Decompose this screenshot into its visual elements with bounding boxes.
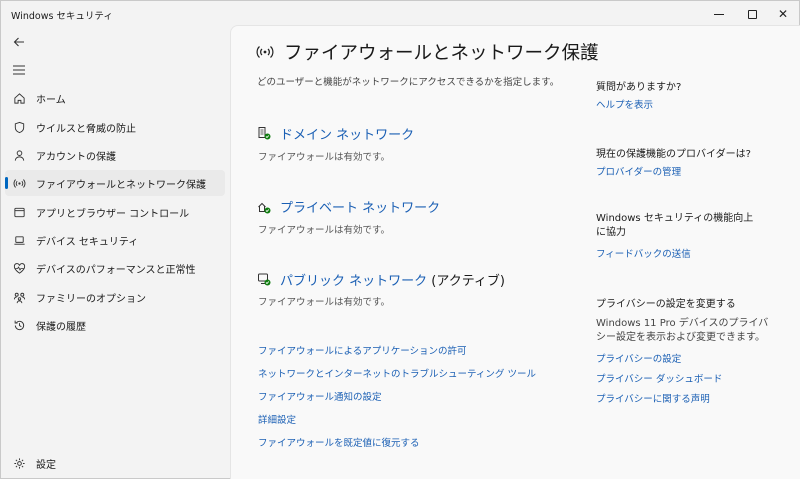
heart-icon: [11, 260, 27, 276]
network-name: パブリック ネットワーク: [280, 274, 428, 289]
sidebar-item-label: デバイスのパフォーマンスと正常性: [36, 264, 196, 276]
private-network-icon: [258, 202, 271, 214]
sidebar-item-virus-protection[interactable]: ウイルスと脅威の防止: [5, 114, 225, 140]
page-subtitle: どのユーザーと機能がネットワークにアクセスできるかを指定します。: [257, 77, 560, 88]
sidebar-item-label: 保護の履歴: [36, 321, 86, 333]
hamburger-icon: [13, 65, 25, 75]
maximize-icon: [747, 9, 757, 19]
private-network-status: ファイアウォールは有効です。: [258, 225, 391, 236]
private-network-link[interactable]: プライベート ネットワーク: [280, 197, 440, 216]
privacy-heading: プライバシーの設定を変更する: [596, 299, 736, 310]
domain-network-status: ファイアウォールは有効です。: [258, 152, 391, 163]
shield-icon: [11, 119, 27, 135]
sidebar-item-account-protection[interactable]: アカウントの保護: [5, 142, 225, 168]
window-title: Windows セキュリティ: [11, 11, 113, 22]
advanced-settings-link[interactable]: 詳細設定: [258, 412, 296, 426]
laptop-icon: [11, 232, 27, 248]
provider-heading: 現在の保護機能のプロバイダーは?: [596, 149, 751, 160]
restore-defaults-link[interactable]: ファイアウォールを既定値に復元する: [258, 435, 420, 449]
menu-button[interactable]: [9, 60, 29, 80]
sidebar-item-label: ホーム: [36, 94, 66, 106]
public-network-link[interactable]: パブリック ネットワーク (アクティブ): [280, 270, 505, 289]
network-name: ドメイン ネットワーク: [280, 128, 415, 143]
person-icon: [11, 147, 27, 163]
page-title: ファイアウォールとネットワーク保護: [284, 43, 599, 64]
get-help-link[interactable]: ヘルプを表示: [596, 97, 653, 111]
sidebar-item-label: デバイス セキュリティ: [36, 236, 139, 248]
sidebar-item-protection-history[interactable]: 保護の履歴: [5, 312, 225, 338]
network-name: プライベート ネットワーク: [280, 201, 441, 216]
content-panel: [230, 25, 800, 479]
sidebar-item-label: ファミリーのオプション: [36, 293, 146, 305]
send-feedback-link[interactable]: フィードバックの送信: [596, 246, 691, 260]
sidebar-item-label: ウイルスと脅威の防止: [36, 123, 136, 135]
domain-network-icon: [258, 127, 271, 140]
privacy-settings-link[interactable]: プライバシーの設定: [596, 351, 681, 365]
sidebar-item-device-security[interactable]: デバイス セキュリティ: [5, 227, 225, 253]
app-window: Windows セキュリティ ✕ ホーム ウイルスと脅威の防止 アカウントの保護…: [0, 0, 800, 479]
history-icon: [11, 317, 27, 333]
minimize-icon: [714, 13, 724, 15]
manage-providers-link[interactable]: プロバイダーの管理: [596, 164, 681, 178]
domain-network-link[interactable]: ドメイン ネットワーク: [280, 124, 414, 143]
public-network-status: ファイアウォールは有効です。: [258, 297, 391, 308]
sidebar-item-label: アプリとブラウザー コントロール: [36, 208, 190, 220]
privacy-statement-link[interactable]: プライバシーに関する声明: [596, 391, 710, 405]
sidebar: ホーム ウイルスと脅威の防止 アカウントの保護 ファイアウォールとネットワーク保…: [1, 27, 229, 479]
notification-settings-link[interactable]: ファイアウォール通知の設定: [258, 389, 382, 403]
family-icon: [11, 289, 27, 305]
sidebar-item-label: ファイアウォールとネットワーク保護: [36, 179, 206, 191]
sidebar-item-label: 設定: [36, 459, 56, 471]
close-icon: ✕: [777, 7, 789, 21]
signal-icon: [11, 175, 27, 191]
troubleshooter-link[interactable]: ネットワークとインターネットのトラブルシューティング ツール: [258, 366, 536, 380]
public-network-icon: [258, 273, 271, 286]
sidebar-item-app-browser-control[interactable]: アプリとブラウザー コントロール: [5, 199, 225, 225]
active-badge: (アクティブ): [427, 274, 505, 289]
privacy-description: Windows 11 Pro デバイスのプライバシー設定を表示および変更できます…: [596, 318, 769, 343]
app-window-icon: [11, 204, 27, 220]
title-bar: Windows セキュリティ ✕: [1, 1, 799, 27]
help-heading: 質問がありますか?: [596, 82, 682, 93]
allow-app-link[interactable]: ファイアウォールによるアプリケーションの許可: [258, 343, 467, 357]
sidebar-item-firewall[interactable]: ファイアウォールとネットワーク保護: [5, 170, 225, 196]
sidebar-item-family-options[interactable]: ファミリーのオプション: [5, 284, 225, 310]
sidebar-item-home[interactable]: ホーム: [5, 85, 225, 111]
close-button[interactable]: ✕: [765, 1, 800, 27]
improve-heading: Windows セキュリティの機能向上に協力: [596, 213, 754, 238]
home-icon: [11, 90, 27, 106]
sidebar-item-settings[interactable]: 設定: [5, 450, 225, 476]
back-button[interactable]: [9, 32, 29, 52]
signal-icon: [256, 46, 274, 58]
minimize-button[interactable]: [701, 1, 737, 27]
sidebar-item-label: アカウントの保護: [36, 151, 116, 163]
privacy-dashboard-link[interactable]: プライバシー ダッシュボード: [596, 371, 722, 385]
gear-icon: [11, 455, 27, 471]
back-arrow-icon: [13, 37, 24, 47]
sidebar-item-device-performance[interactable]: デバイスのパフォーマンスと正常性: [5, 255, 225, 281]
